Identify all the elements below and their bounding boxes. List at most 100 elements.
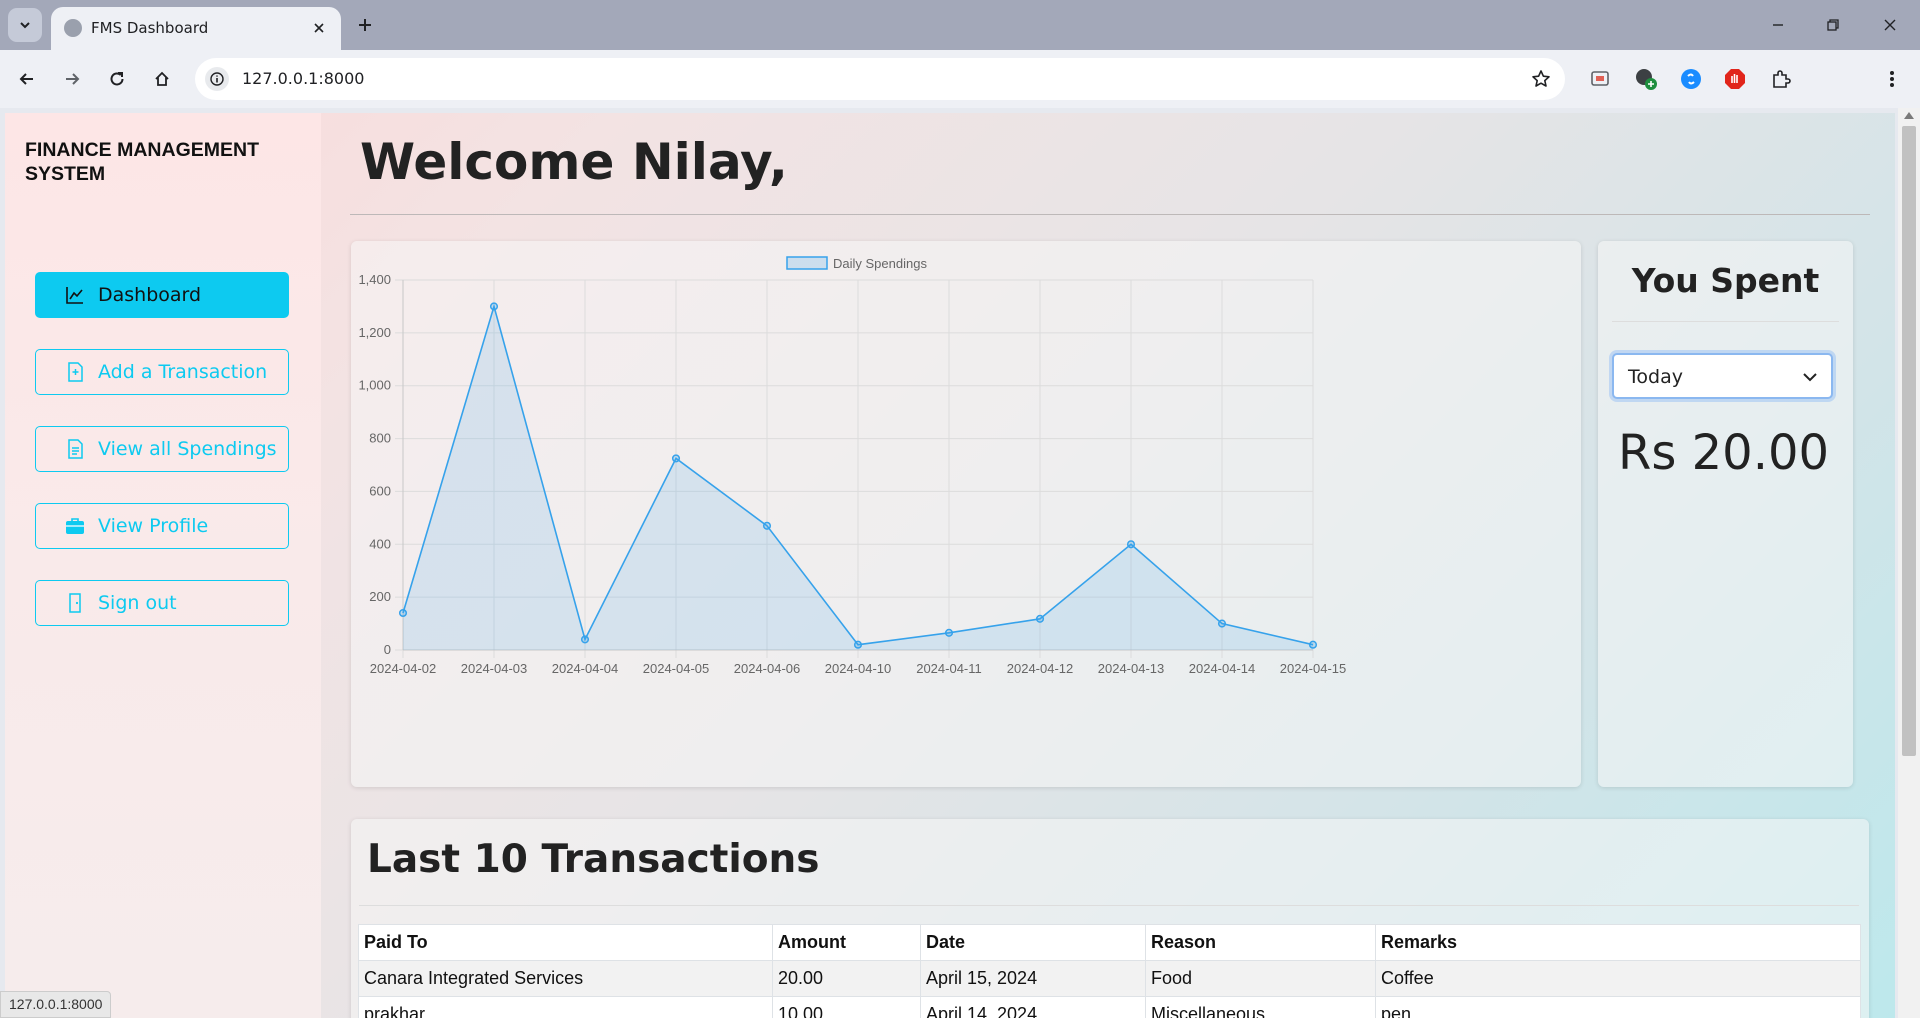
status-bar-url: 127.0.0.1:8000 (0, 991, 112, 1018)
x-tick-label: 2024-04-04 (552, 661, 619, 676)
x-tick-label: 2024-04-05 (643, 661, 710, 676)
scrollbar-thumb[interactable] (1902, 126, 1916, 756)
scroll-up-arrow-icon[interactable] (1904, 112, 1914, 119)
daily-spendings-chart: Daily Spendings 0 200 400 600 800 1,000 1,200 1,… (358, 256, 1347, 676)
data-point (580, 635, 590, 644)
divider (359, 905, 1859, 906)
data-point (1126, 540, 1136, 549)
briefcase-icon (64, 515, 86, 537)
close-window-button[interactable] (1872, 10, 1908, 40)
x-tick-label: 2024-04-10 (825, 661, 892, 676)
y-tick-label: 1,200 (358, 325, 391, 340)
info-icon[interactable] (205, 67, 229, 91)
x-tick-label: 2024-04-14 (1189, 661, 1256, 676)
table-cell: April 14, 2024 (920, 996, 1146, 1018)
transactions-card: Last 10 Transactions Paid To Amount Date… (351, 819, 1869, 1018)
y-tick-label: 1,000 (358, 378, 391, 393)
puzzle-icon[interactable] (1767, 65, 1795, 93)
x-tick-label: 2024-04-15 (1280, 661, 1347, 676)
sidebar-item-view-profile[interactable]: View Profile (35, 503, 289, 549)
minimize-icon (1773, 24, 1783, 26)
page-title: Welcome Nilay, (360, 133, 788, 191)
arrow-right-icon (66, 73, 80, 85)
back-button[interactable] (10, 62, 44, 96)
reload-button[interactable] (100, 62, 134, 96)
sidebar-item-sign-out[interactable]: Sign out (35, 580, 289, 626)
sidebar-item-label: View all Spendings (98, 438, 277, 460)
sidebar-item-label: View Profile (98, 515, 209, 537)
close-icon (1884, 19, 1896, 31)
legend-swatch (786, 256, 828, 270)
page-viewport: FINANCE MANAGEMENT SYSTEM Dashboard Add … (0, 108, 1920, 1018)
chevron-down-icon (20, 22, 30, 29)
x-tick-label: 2024-04-02 (370, 661, 437, 676)
new-tab-button[interactable] (352, 12, 378, 38)
restore-button[interactable] (1815, 10, 1851, 40)
data-point (853, 640, 863, 649)
divider (350, 214, 1870, 215)
sidebar-item-label: Add a Transaction (98, 361, 268, 383)
browser-tab-bar: FMS Dashboard (0, 0, 1920, 50)
y-tick-label: 600 (369, 483, 391, 498)
table-cell: Food (1145, 960, 1376, 997)
y-tick-label: 200 (369, 589, 391, 604)
spent-summary-card: You Spent Today Rs 20.00 (1598, 241, 1853, 787)
x-tick-label: 2024-04-11 (916, 661, 982, 676)
tab-search-button[interactable] (8, 8, 42, 42)
sidebar-item-label: Dashboard (98, 284, 202, 306)
bookmark-star-icon[interactable] (1529, 67, 1553, 91)
extension-globe-icon[interactable] (1632, 65, 1660, 93)
table-cell: prakhar (358, 996, 773, 1018)
line-chart-icon (64, 284, 86, 306)
sidebar-item-add-transaction[interactable]: Add a Transaction (35, 349, 289, 395)
stop-hand-icon[interactable] (1721, 65, 1749, 93)
page-scrollbar[interactable] (1898, 108, 1920, 1018)
url-text: 127.0.0.1:8000 (242, 69, 365, 88)
browser-tab[interactable]: FMS Dashboard (51, 7, 341, 50)
arrow-left-icon (19, 73, 33, 85)
data-point (762, 521, 772, 530)
address-bar[interactable]: 127.0.0.1:8000 (195, 58, 1565, 100)
table-cell: Coffee (1375, 960, 1861, 997)
restore-icon (1827, 19, 1839, 31)
door-icon (64, 592, 86, 614)
table-row: prakhar 10.00 April 14, 2024 Miscellaneo… (358, 996, 1861, 1018)
data-point (489, 302, 499, 311)
data-point (1308, 640, 1318, 649)
cast-icon[interactable] (1586, 65, 1614, 93)
x-tick-label: 2024-04-13 (1098, 661, 1165, 676)
column-header: Remarks (1375, 924, 1861, 961)
close-tab-button[interactable] (309, 18, 329, 38)
divider (1612, 321, 1839, 322)
globe-icon (64, 19, 82, 37)
table-cell: pen (1375, 996, 1861, 1018)
sidebar-item-view-spendings[interactable]: View all Spendings (35, 426, 289, 472)
table-cell: April 15, 2024 (920, 960, 1146, 997)
period-select[interactable]: Today (1612, 353, 1833, 399)
forward-button[interactable] (55, 62, 89, 96)
period-select-value: Today (1628, 366, 1683, 388)
home-button[interactable] (145, 62, 179, 96)
y-tick-label: 400 (369, 536, 391, 551)
table-row: Canara Integrated Services 20.00 April 1… (358, 960, 1861, 997)
spent-amount: Rs 20.00 (1618, 425, 1830, 481)
sidebar-item-dashboard[interactable]: Dashboard (35, 272, 289, 318)
more-menu-icon[interactable] (1878, 65, 1906, 93)
x-tick-label: 2024-04-03 (461, 661, 528, 676)
home-icon (155, 71, 169, 86)
transactions-title: Last 10 Transactions (367, 837, 820, 882)
table-header-row: Paid To Amount Date Reason Remarks (358, 924, 1861, 961)
data-point (1217, 619, 1227, 628)
y-tick-label: 0 (384, 642, 391, 657)
minimize-button[interactable] (1760, 10, 1796, 40)
column-header: Paid To (358, 924, 773, 961)
chevron-down-icon (1803, 373, 1817, 382)
shazam-icon[interactable] (1677, 65, 1705, 93)
file-plus-icon (64, 361, 86, 383)
table-cell: 20.00 (772, 960, 921, 997)
tab-title: FMS Dashboard (91, 19, 209, 37)
plus-icon (359, 19, 371, 31)
brand-title: FINANCE MANAGEMENT SYSTEM (25, 139, 259, 185)
browser-toolbar: 127.0.0.1:8000 N (0, 50, 1920, 142)
app-page: FINANCE MANAGEMENT SYSTEM Dashboard Add … (5, 113, 1895, 1018)
